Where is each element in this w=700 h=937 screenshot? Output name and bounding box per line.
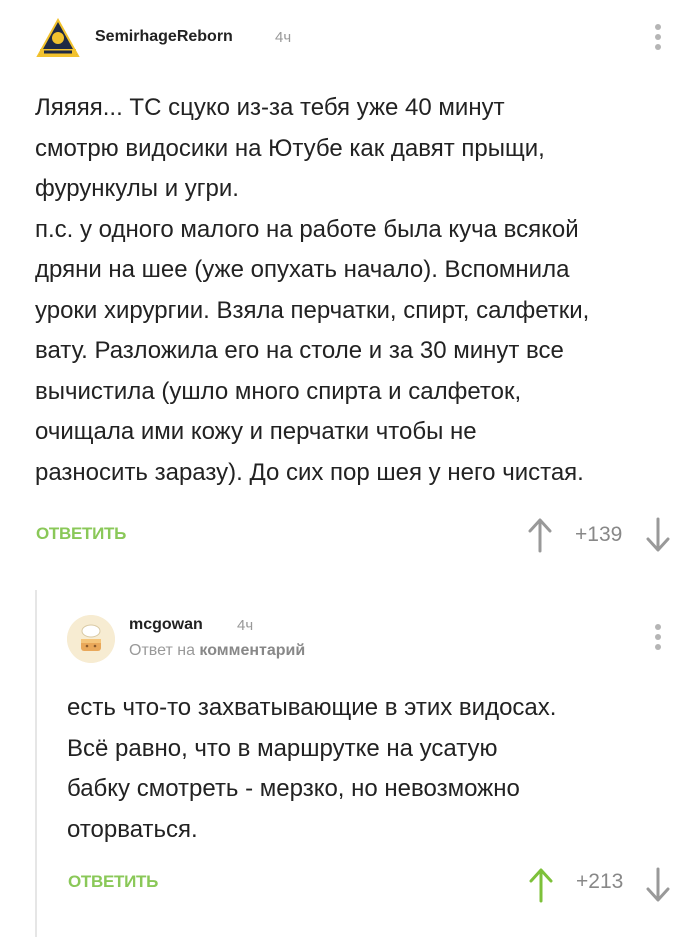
downvote-icon[interactable]: [645, 515, 671, 555]
more-icon[interactable]: [654, 624, 662, 654]
reply-button[interactable]: ОТВЕТИТЬ: [68, 872, 158, 892]
comment-line: есть что-то захватывающие в этих видосах…: [67, 694, 557, 721]
comment-line: смотрю видосики на Ютубе как давят прыщи…: [35, 134, 545, 162]
comment-line: вычистила (ушло много спирта и салфеток,: [35, 377, 522, 405]
reply-target-link[interactable]: комментарий: [199, 642, 305, 659]
comment-line: оторваться.: [67, 815, 198, 843]
downvote-icon[interactable]: [645, 865, 671, 905]
username[interactable]: SemirhageReborn: [95, 28, 233, 46]
comment-line: уроки хирургии. Взяла перчатки, спирт, с…: [35, 296, 590, 324]
rating-value: +213: [576, 870, 624, 893]
timestamp: 4ч: [275, 29, 292, 46]
comment-body: есть что-то захватывающие в этих видосах…: [67, 688, 667, 850]
reply-comment: mcgowan 4ч Ответ на комментарий есть что…: [35, 590, 700, 937]
more-icon[interactable]: [654, 24, 662, 54]
comment-line: очищала ими кожу и перчатки чтобы не: [35, 418, 477, 445]
comment-line: бабку смотреть - мерзко, но невозможно: [67, 775, 520, 802]
avatar[interactable]: [36, 18, 80, 58]
timestamp: 4ч: [237, 617, 254, 634]
reply-prefix: Ответ на: [129, 642, 195, 659]
upvote-icon[interactable]: [528, 865, 554, 905]
comment-line: Ляяяя... ТС сцуко из-за тебя уже 40 мину…: [35, 94, 505, 121]
upvote-icon[interactable]: [527, 515, 553, 555]
avatar[interactable]: [67, 615, 115, 663]
comment-body: Ляяяя... ТС сцуко из-за тебя уже 40 мину…: [35, 88, 675, 493]
comment-line: Всё равно, что в маршрутке на усатую: [67, 734, 498, 762]
comment: SemirhageReborn 4ч Ляяяя... ТС сцуко из-…: [0, 0, 700, 575]
comment-line: фурункулы и угри.: [35, 175, 239, 202]
comment-line: дряни на шее (уже опухать начало). Вспом…: [35, 256, 570, 283]
username[interactable]: mcgowan: [129, 616, 203, 634]
comment-line: вату. Разложила его на столе и за 30 мин…: [35, 337, 564, 364]
comment-line: разносить заразу). До сих пор шея у него…: [35, 458, 584, 486]
reply-button[interactable]: ОТВЕТИТЬ: [36, 524, 126, 544]
comment-line: п.с. у одного малого на работе была куча…: [35, 215, 579, 243]
rating-value: +139: [575, 523, 623, 546]
reply-reference: Ответ на комментарий: [129, 642, 305, 660]
